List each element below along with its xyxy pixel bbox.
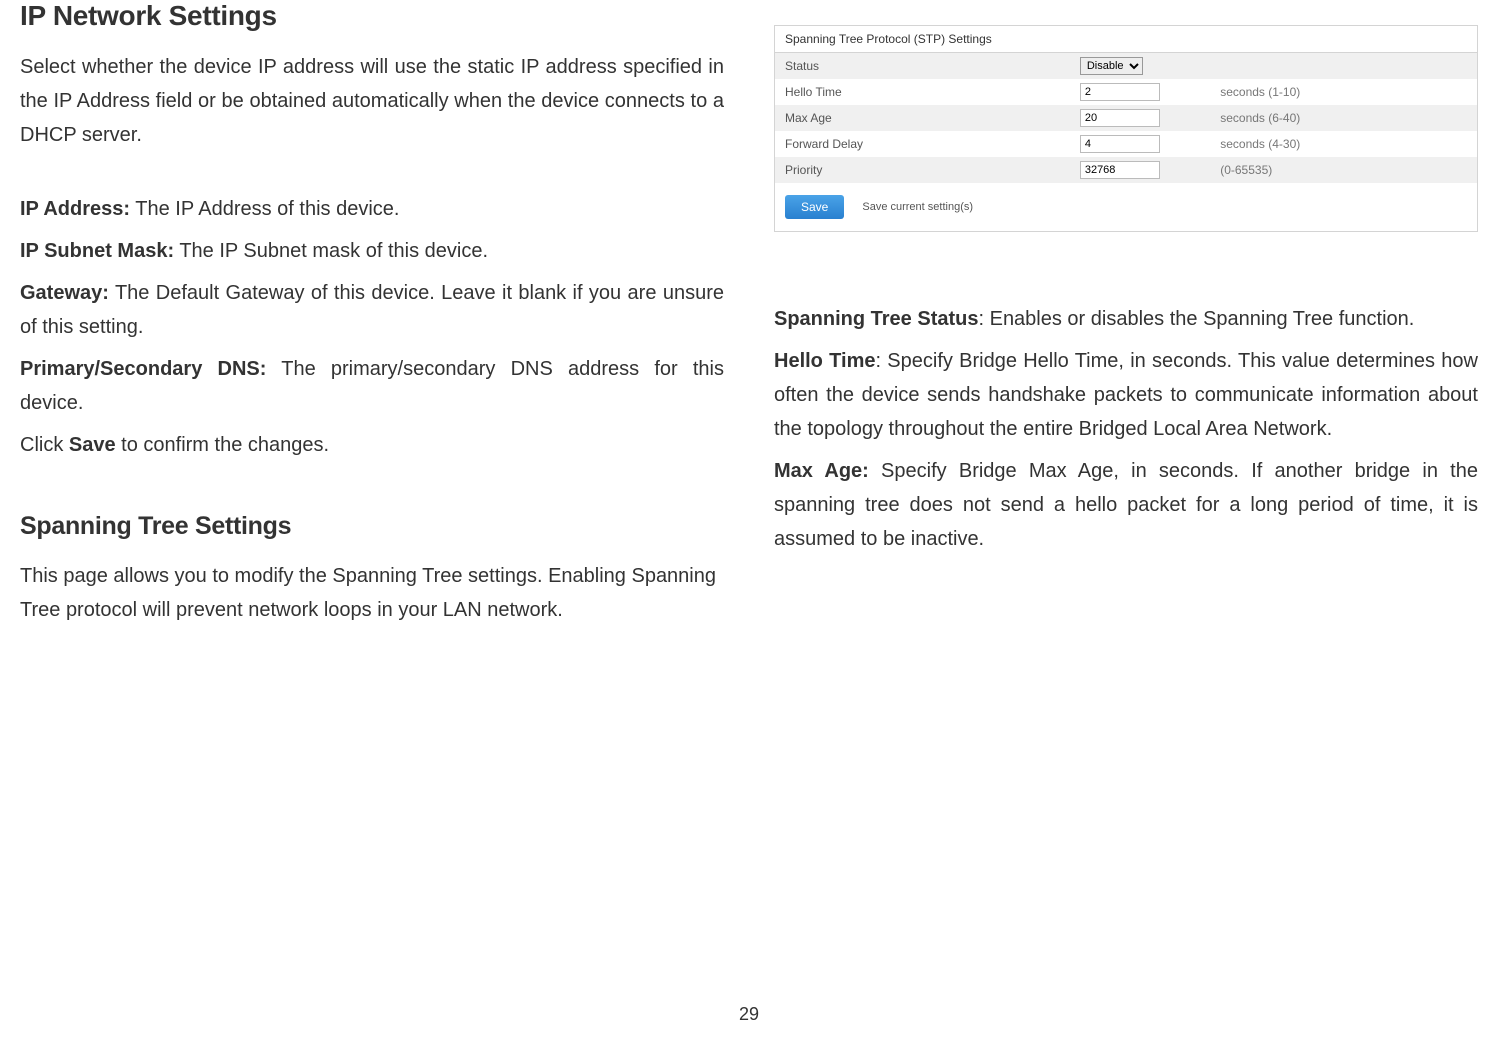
ip-address-label: IP Address:: [20, 198, 130, 220]
hello-time-desc-label: Hello Time: [774, 350, 875, 372]
spanning-status-label: Spanning Tree Status: [774, 308, 978, 330]
max-age-label: Max Age: [775, 105, 1070, 131]
save-hint: Save current setting(s): [862, 201, 973, 213]
priority-label: Priority: [775, 157, 1070, 183]
table-row: Priority (0-65535): [775, 157, 1477, 183]
hello-time-input[interactable]: [1080, 83, 1160, 101]
save-line: Click Save to confirm the changes.: [20, 428, 724, 462]
hello-time-paragraph: Hello Time: Specify Bridge Hello Time, i…: [774, 344, 1478, 446]
status-select[interactable]: Disable: [1080, 57, 1143, 75]
forward-delay-range: seconds (4-30): [1210, 131, 1477, 157]
ip-intro-text: Select whether the device IP address wil…: [20, 50, 724, 152]
hello-time-label: Hello Time: [775, 79, 1070, 105]
panel-title: Spanning Tree Protocol (STP) Settings: [775, 26, 1477, 53]
save-line-pre: Click: [20, 434, 69, 456]
status-cell: Disable: [1070, 53, 1210, 79]
max-age-range: seconds (6-40): [1210, 105, 1477, 131]
dns-paragraph: Primary/Secondary DNS: The primary/secon…: [20, 352, 724, 420]
hello-time-desc-text: : Specify Bridge Hello Time, in seconds.…: [774, 350, 1478, 440]
spanning-tree-settings-heading: Spanning Tree Settings: [20, 512, 724, 541]
gateway-paragraph: Gateway: The Default Gateway of this dev…: [20, 276, 724, 344]
dns-label: Primary/Secondary DNS:: [20, 358, 266, 380]
ip-address-text: The IP Address of this device.: [130, 198, 399, 220]
max-age-paragraph: Max Age: Specify Bridge Max Age, in seco…: [774, 454, 1478, 556]
gateway-text: The Default Gateway of this device. Leav…: [20, 282, 724, 338]
stp-settings-table: Status Disable Hello Time seconds (1-10): [775, 53, 1477, 183]
save-line-post: to confirm the changes.: [116, 434, 329, 456]
hello-time-range: seconds (1-10): [1210, 79, 1477, 105]
subnet-label: IP Subnet Mask:: [20, 240, 174, 262]
priority-range: (0-65535): [1210, 157, 1477, 183]
status-label: Status: [775, 53, 1070, 79]
save-line-bold: Save: [69, 434, 116, 456]
gateway-label: Gateway:: [20, 282, 109, 304]
save-button[interactable]: Save: [785, 195, 844, 219]
stp-settings-panel: Spanning Tree Protocol (STP) Settings St…: [774, 25, 1478, 232]
max-age-input[interactable]: [1080, 109, 1160, 127]
table-row: Max Age seconds (6-40): [775, 105, 1477, 131]
subnet-text: The IP Subnet mask of this device.: [174, 240, 488, 262]
save-area: Save Save current setting(s): [775, 183, 1477, 231]
table-row: Hello Time seconds (1-10): [775, 79, 1477, 105]
spanning-status-paragraph: Spanning Tree Status: Enables or disable…: [774, 302, 1478, 336]
max-age-desc-label: Max Age:: [774, 460, 869, 482]
right-column: Spanning Tree Protocol (STP) Settings St…: [774, 0, 1478, 635]
left-column: IP Network Settings Select whether the d…: [20, 0, 724, 635]
page-number: 29: [0, 1004, 1498, 1025]
forward-delay-input[interactable]: [1080, 135, 1160, 153]
max-age-desc-text: Specify Bridge Max Age, in seconds. If a…: [774, 460, 1478, 550]
spanning-intro-text: This page allows you to modify the Spann…: [20, 559, 724, 627]
priority-input[interactable]: [1080, 161, 1160, 179]
subnet-paragraph: IP Subnet Mask: The IP Subnet mask of th…: [20, 234, 724, 268]
spanning-status-text: : Enables or disables the Spanning Tree …: [978, 308, 1414, 330]
ip-address-paragraph: IP Address: The IP Address of this devic…: [20, 192, 724, 226]
forward-delay-label: Forward Delay: [775, 131, 1070, 157]
table-row: Status Disable: [775, 53, 1477, 79]
ip-network-settings-heading: IP Network Settings: [20, 0, 724, 32]
table-row: Forward Delay seconds (4-30): [775, 131, 1477, 157]
